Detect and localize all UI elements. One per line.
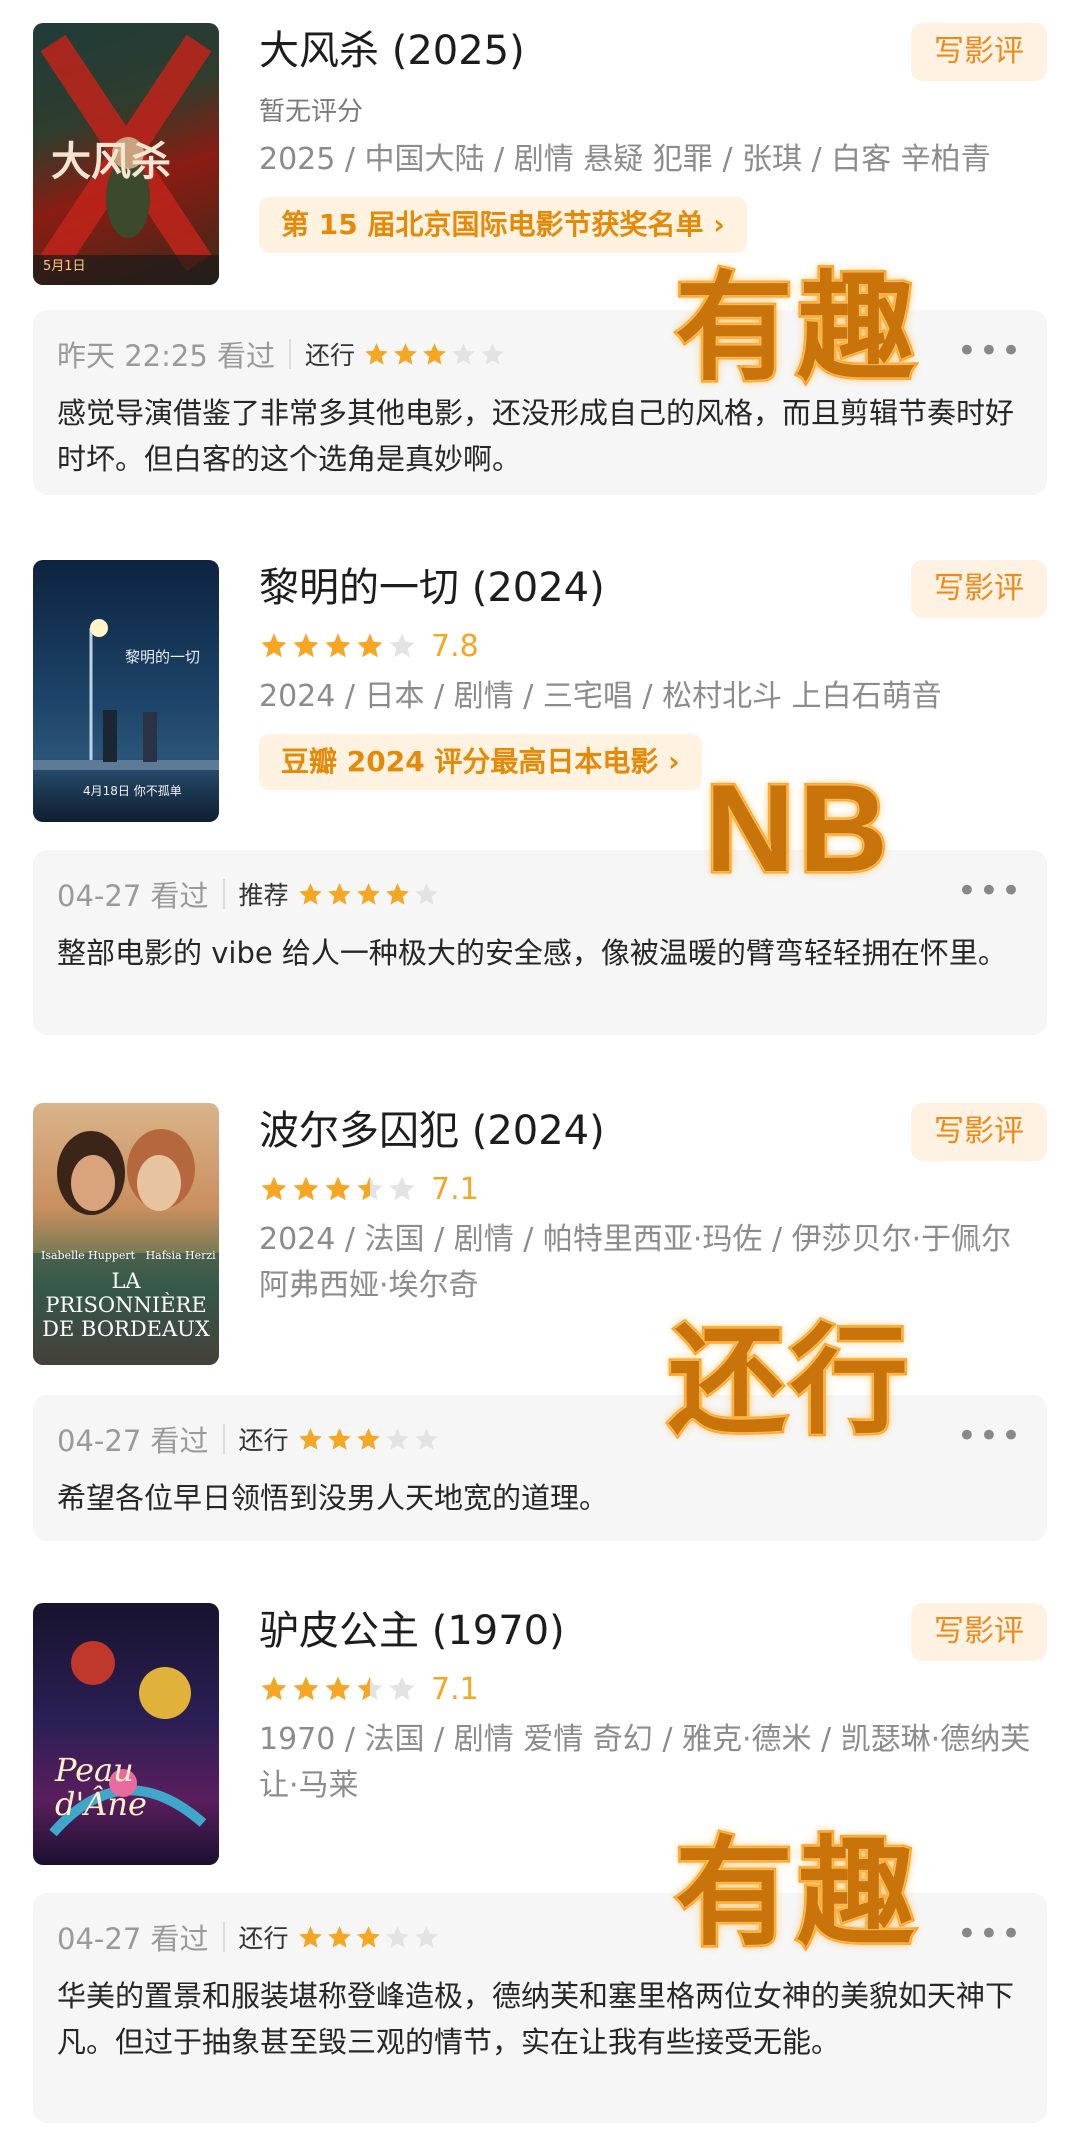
review-tag: 还行 <box>305 341 356 370</box>
review-tag: 还行 <box>238 1924 289 1953</box>
poster-art <box>49 1641 207 1837</box>
write-review-button[interactable]: 写影评 <box>911 23 1047 81</box>
star-icon <box>387 631 417 661</box>
star-icon <box>384 1426 411 1453</box>
review-stars <box>297 881 440 908</box>
review-text: 感觉导演借鉴了非常多其他电影，还没形成自己的风格，而且剪辑节奏时好时坏。但白客的… <box>57 396 1015 476</box>
overlay-sticker: 有趣 <box>672 1822 920 1965</box>
divider <box>222 879 225 909</box>
rating-line: 7.1 <box>259 1167 1047 1211</box>
star-icon <box>387 1674 417 1704</box>
star-icon <box>387 1174 417 1204</box>
review-text: 希望各位早日领悟到没男人天地宽的道理。 <box>57 1481 609 1515</box>
poster-image[interactable]: Peau d'Âne <box>33 1603 219 1865</box>
more-dots-icon[interactable]: ••• <box>957 1419 1023 1453</box>
more-dots-icon[interactable]: ••• <box>957 334 1023 368</box>
poster-title: LA PRISONNIÈRE DE BORDEAUX <box>42 1269 210 1341</box>
review-tag: 推荐 <box>238 881 289 910</box>
divider <box>222 1424 225 1454</box>
review-text: 整部电影的 vibe 给人一种极大的安全感，像被温暖的臂弯轻轻拥在怀里。 <box>57 936 1007 970</box>
poster-title: Peau d'Âne <box>55 1751 147 1823</box>
no-rating-text: 暂无评分 <box>259 96 364 127</box>
rating-stars <box>259 1174 417 1204</box>
star-icon <box>323 1674 353 1704</box>
rating-score: 7.1 <box>431 1671 479 1707</box>
star-icon <box>363 341 390 368</box>
review-stars <box>363 341 506 368</box>
rating-stars <box>259 631 417 661</box>
review-date: 04-27 看过 <box>57 1424 209 1458</box>
star-icon <box>384 881 411 908</box>
star-icon <box>297 881 324 908</box>
movie-meta: 2024 / 日本 / 剧情 / 三宅唱 / 松村北斗 上白石萌音 <box>259 679 942 714</box>
review-stars <box>297 1426 440 1453</box>
star-icon <box>384 1924 411 1951</box>
rating-score: 7.8 <box>431 628 479 664</box>
movie-card[interactable]: 黎明的一切 4月18日 你不孤单 黎明的一切 (2024) 7.8 2024 /… <box>33 560 1047 822</box>
review-stars <box>297 1924 440 1951</box>
write-review-button[interactable]: 写影评 <box>911 560 1047 618</box>
star-icon <box>413 881 440 908</box>
rating-stars <box>259 1674 417 1704</box>
poster-date: 4月18日 你不孤单 <box>83 784 182 798</box>
poster-title: 大风杀 <box>51 138 171 185</box>
rating-line: 7.1 <box>259 1667 1047 1711</box>
star-icon <box>421 341 448 368</box>
star-icon <box>291 1174 321 1204</box>
review-tag: 还行 <box>238 1426 289 1455</box>
overlay-sticker: 有趣 <box>672 257 920 400</box>
star-icon <box>291 1674 321 1704</box>
movie-meta: 2025 / 中国大陆 / 剧情 悬疑 犯罪 / 张琪 / 白客 辛柏青 <box>259 142 991 177</box>
star-icon <box>392 341 419 368</box>
star-icon <box>259 1174 289 1204</box>
star-icon <box>355 1674 385 1704</box>
star-icon <box>355 881 382 908</box>
award-promo-link[interactable]: 第 15 届北京国际电影节获奖名单 › <box>259 197 747 253</box>
review-date: 04-27 看过 <box>57 879 209 913</box>
more-dots-icon[interactable]: ••• <box>957 1917 1023 1951</box>
star-icon <box>450 341 477 368</box>
review-date: 昨天 22:25 看过 <box>57 339 276 373</box>
divider <box>222 1922 225 1952</box>
user-review: 04-27 看过 推荐 ••• 整部电影的 vibe 给人一种极大的安全感，像被… <box>33 850 1047 1035</box>
star-icon <box>479 341 506 368</box>
poster-image[interactable]: Isabelle Huppert Hafsia Herzi LA PRISONN… <box>33 1103 219 1365</box>
star-icon <box>355 631 385 661</box>
write-review-button[interactable]: 写影评 <box>911 1103 1047 1161</box>
star-icon <box>355 1924 382 1951</box>
poster-image[interactable]: 大风杀 5月1日 <box>33 23 219 285</box>
star-icon <box>326 1426 353 1453</box>
star-icon <box>413 1924 440 1951</box>
movie-meta: 2024 / 法国 / 剧情 / 帕特里西亚·玛佐 / 伊莎贝尔·于佩尔 阿弗西… <box>259 1222 1012 1303</box>
rating-score: 7.1 <box>431 1171 479 1207</box>
more-dots-icon[interactable]: ••• <box>957 874 1023 908</box>
star-icon <box>326 1924 353 1951</box>
rating-line: 暂无评分 <box>259 87 1047 131</box>
star-icon <box>259 631 289 661</box>
review-date: 04-27 看过 <box>57 1922 209 1956</box>
movie-meta: 1970 / 法国 / 剧情 爱情 奇幻 / 雅克·德米 / 凯瑟琳·德纳芙 让… <box>259 1722 1031 1803</box>
write-review-button[interactable]: 写影评 <box>911 1603 1047 1661</box>
star-icon <box>323 631 353 661</box>
overlay-sticker: NB <box>702 758 893 901</box>
ranking-promo-link[interactable]: 豆瓣 2024 评分最高日本电影 › <box>259 734 702 790</box>
star-icon <box>297 1426 324 1453</box>
poster-image[interactable]: 黎明的一切 4月18日 你不孤单 <box>33 560 219 822</box>
star-icon <box>355 1174 385 1204</box>
poster-names: Isabelle Huppert Hafsia Herzi <box>41 1249 216 1262</box>
rating-line: 7.8 <box>259 624 1047 668</box>
star-icon <box>297 1924 324 1951</box>
poster-title: 黎明的一切 <box>125 648 201 666</box>
overlay-sticker: 还行 <box>665 1310 913 1453</box>
star-icon <box>355 1426 382 1453</box>
star-icon <box>326 881 353 908</box>
star-icon <box>413 1426 440 1453</box>
star-icon <box>291 631 321 661</box>
divider <box>289 339 292 369</box>
poster-date: 5月1日 <box>43 259 86 274</box>
star-icon <box>259 1674 289 1704</box>
review-text: 华美的置景和服装堪称登峰造极，德纳芙和塞里格两位女神的美貌如天神下凡。但过于抽象… <box>57 1979 1015 2059</box>
star-icon <box>323 1174 353 1204</box>
